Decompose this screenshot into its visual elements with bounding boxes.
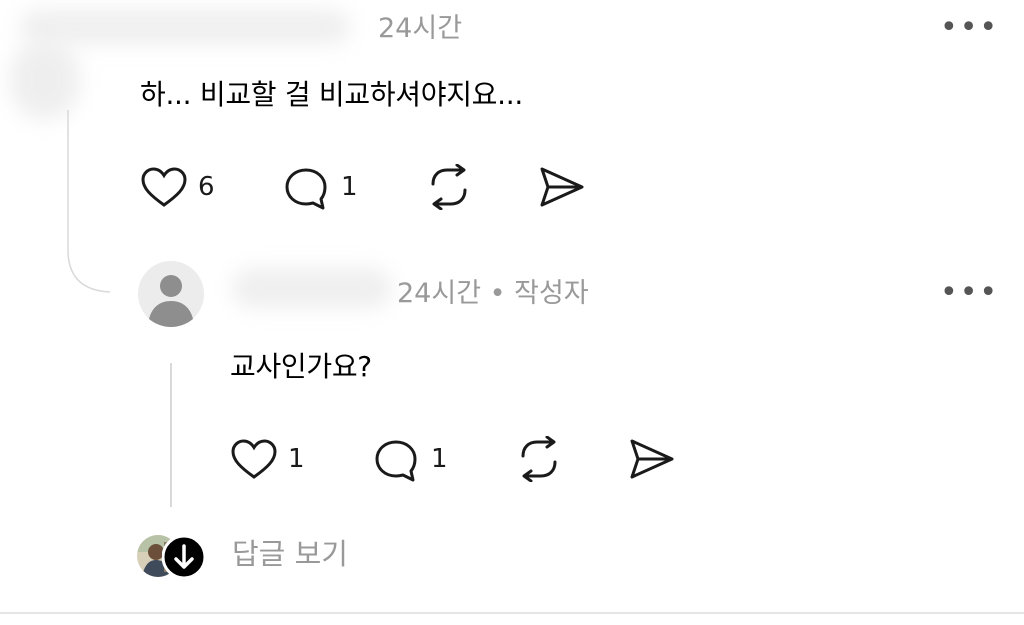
thread-connector [67, 110, 111, 293]
more-options-icon[interactable]: ••• [940, 13, 999, 43]
like-count: 6 [198, 172, 215, 202]
comment-text: 하... 비교할 걸 비교하셔야지요... [140, 78, 523, 111]
reply-count: 1 [341, 172, 358, 202]
divider [0, 612, 1024, 614]
repost-icon[interactable] [425, 164, 473, 210]
reply-button[interactable]: 1 [283, 165, 363, 211]
heart-icon [141, 167, 187, 207]
view-replies-label: 답글 보기 [232, 537, 348, 571]
view-replies-button[interactable]: 답글 보기 [136, 533, 376, 579]
comment-text: 교사인가요? [230, 350, 372, 383]
reply-button[interactable]: 1 [373, 437, 453, 483]
send-icon[interactable] [538, 165, 586, 209]
send-icon[interactable] [628, 437, 676, 481]
reply-count: 1 [431, 444, 448, 474]
more-options-icon[interactable]: ••• [940, 278, 999, 308]
comment-time: 24시간 [378, 13, 463, 44]
repost-icon[interactable] [515, 436, 563, 482]
like-count: 1 [288, 444, 305, 474]
heart-icon [231, 439, 277, 479]
author-name-blurred[interactable] [20, 10, 350, 44]
like-button[interactable]: 6 [140, 165, 220, 211]
author-name-blurred[interactable] [232, 268, 392, 308]
avatar-blurred[interactable] [10, 40, 80, 120]
like-button[interactable]: 1 [230, 437, 310, 483]
comment-bubble-icon [375, 440, 417, 482]
arrow-down-icon [162, 535, 206, 579]
comment-bubble-icon [285, 168, 327, 210]
thread-line [170, 363, 172, 507]
default-avatar-icon[interactable] [138, 261, 204, 327]
comment-time: 24시간 • 작성자 [397, 278, 589, 309]
